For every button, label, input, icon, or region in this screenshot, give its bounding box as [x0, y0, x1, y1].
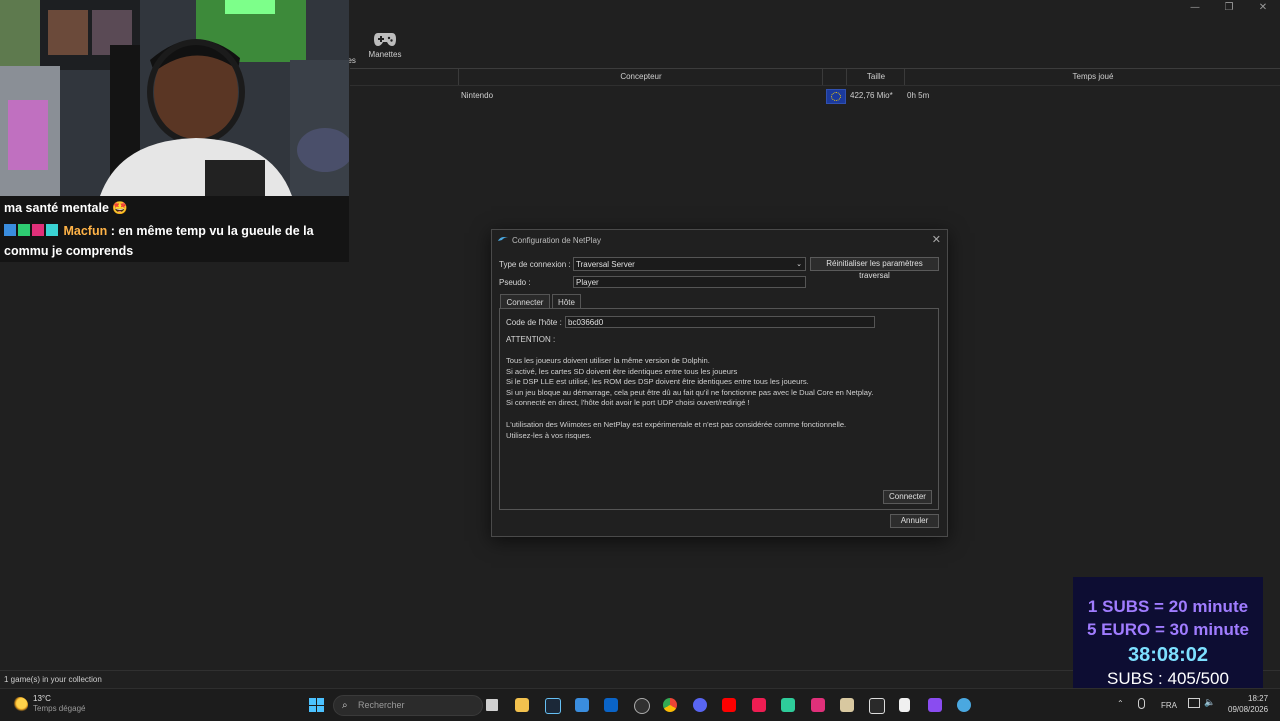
europe-flag-icon [826, 89, 846, 104]
webcam-feed [0, 0, 349, 196]
gamepad-icon [374, 33, 396, 46]
volume-icon[interactable]: 🔈 [1204, 698, 1215, 708]
chat-message: ma santé mentale 🤩 [4, 201, 128, 215]
controllers-toolbar-button[interactable]: Manettes [366, 30, 404, 59]
epic-games-icon[interactable] [869, 698, 885, 714]
controllers-label: Manettes [368, 50, 402, 59]
subathon-timer-panel: 1 SUBS = 20 minute 5 EURO = 30 minute 38… [1073, 577, 1263, 690]
dolphin-taskbar-icon[interactable] [957, 698, 971, 712]
warning-line: Si un jeu bloque au démarrage, cela peut… [506, 388, 874, 397]
connection-type-select[interactable]: Traversal Server ⌄ [573, 257, 806, 271]
app-icon[interactable] [811, 698, 825, 712]
discord-icon[interactable] [693, 698, 707, 712]
close-window-button[interactable]: ✕ [1246, 0, 1280, 14]
cancel-button[interactable]: Annuler [890, 514, 939, 528]
chat-message-continuation: commu je comprends [4, 244, 134, 258]
size-cell: 422,76 Mio* [850, 91, 893, 100]
chat-text: : en même temp vu la gueule de la [107, 224, 314, 238]
stream-chat: ma santé mentale 🤩 Macfun : en même temp… [0, 196, 349, 262]
task-view-icon[interactable] [486, 699, 498, 711]
time-played-cell: 0h 5m [907, 91, 930, 100]
tab-host[interactable]: Hôte [552, 294, 581, 309]
webcam-image [0, 0, 349, 196]
chat-message: Macfun : en même temp vu la gueule de la [4, 221, 314, 241]
microphone-icon[interactable] [1138, 698, 1145, 709]
weather-temperature[interactable]: 13°C [33, 694, 51, 703]
taskbar-search[interactable]: ⌕ Rechercher [333, 695, 483, 716]
subs-rate: 1 SUBS = 20 minute [1087, 597, 1249, 616]
wiimote-note: L'utilisation des Wiimotes en NetPlay es… [506, 420, 847, 429]
window-controls: — ❐ ✕ [1178, 0, 1280, 14]
outlook-icon[interactable] [604, 698, 618, 712]
clock-time[interactable]: 18:27 [1248, 694, 1268, 703]
windows-taskbar: 13°C Temps dégagé ⌕ Rechercher ⌃ FRA 🔈 1… [0, 688, 1280, 721]
wiimote-note: Utilisez-les à vos risques. [506, 431, 592, 440]
column-time-played[interactable]: Temps joué [904, 69, 1280, 85]
store-icon[interactable] [575, 698, 589, 712]
app-icon[interactable] [840, 698, 854, 712]
steam-icon[interactable] [545, 698, 561, 714]
table-header: Concepteur Taille Temps joué [350, 68, 1280, 86]
close-icon[interactable]: ✕ [932, 233, 941, 246]
connect-tab-panel: Code de l'hôte : bc0366d0 ATTENTION : To… [499, 308, 939, 510]
app-icon[interactable] [781, 698, 795, 712]
column-region[interactable] [822, 69, 847, 85]
youtube-icon[interactable] [722, 698, 736, 712]
warning-line: Si activé, les cartes SD doivent être id… [506, 367, 738, 376]
minimize-button[interactable]: — [1178, 0, 1212, 14]
reset-traversal-button[interactable]: Réinitialiser les paramètres traversal [810, 257, 939, 280]
nickname-field[interactable]: Player [573, 276, 806, 288]
weather-description[interactable]: Temps dégagé [33, 704, 85, 713]
weather-icon[interactable] [12, 697, 28, 713]
language-indicator[interactable]: FRA [1161, 701, 1177, 710]
developer-cell: Nintendo [461, 91, 494, 100]
table-row[interactable]: Nintendo 422,76 Mio* 0h 5m [350, 88, 1280, 104]
tiktok-icon[interactable] [752, 698, 766, 712]
column-developer[interactable]: Concepteur [458, 69, 823, 85]
clock-date[interactable]: 09/08/2026 [1228, 705, 1268, 714]
connect-button[interactable]: Connecter [883, 490, 932, 504]
netplay-config-dialog: Configuration de NetPlay ✕ Type de conne… [491, 229, 948, 537]
subs-count: SUBS : 405/500 [1107, 669, 1229, 688]
chat-username: Macfun [63, 224, 108, 238]
network-icon[interactable] [1188, 698, 1200, 708]
obs-icon[interactable] [634, 698, 650, 714]
app-icon[interactable] [928, 698, 942, 712]
chrome-icon[interactable] [663, 698, 677, 712]
windows-start-icon[interactable] [309, 698, 324, 712]
connection-type-label: Type de connexion : [499, 260, 571, 269]
warning-line: Si le DSP LLE est utilisé, les ROM des D… [506, 377, 809, 386]
subathon-timer: 38:08:02 [1127, 644, 1209, 666]
column-size[interactable]: Taille [846, 69, 905, 85]
connection-type-value: Traversal Server [576, 260, 635, 269]
chat-badges-icon [4, 224, 60, 236]
warning-line: Tous les joueurs doivent utiliser la mêm… [506, 356, 710, 365]
host-code-label: Code de l'hôte : [506, 318, 562, 327]
nickname-label: Pseudo : [499, 278, 531, 287]
host-code-field[interactable]: bc0366d0 [565, 316, 875, 328]
chevron-up-icon[interactable]: ⌃ [1117, 699, 1124, 708]
chevron-down-icon: ⌄ [796, 260, 802, 268]
file-explorer-icon[interactable] [515, 698, 529, 712]
search-icon: ⌕ [342, 700, 348, 711]
restore-button[interactable]: ❐ [1212, 0, 1246, 14]
tab-connect[interactable]: Connecter [500, 294, 550, 309]
dialog-title: Configuration de NetPlay [512, 236, 601, 245]
notepad-icon[interactable] [899, 698, 910, 712]
euro-rate: 5 EURO = 30 minute [1086, 620, 1250, 639]
warning-title: ATTENTION : [506, 335, 556, 344]
dolphin-icon [498, 237, 508, 241]
search-placeholder: Rechercher [358, 700, 405, 710]
warning-line: Si connecté en direct, l'hôte doit avoir… [506, 398, 750, 407]
